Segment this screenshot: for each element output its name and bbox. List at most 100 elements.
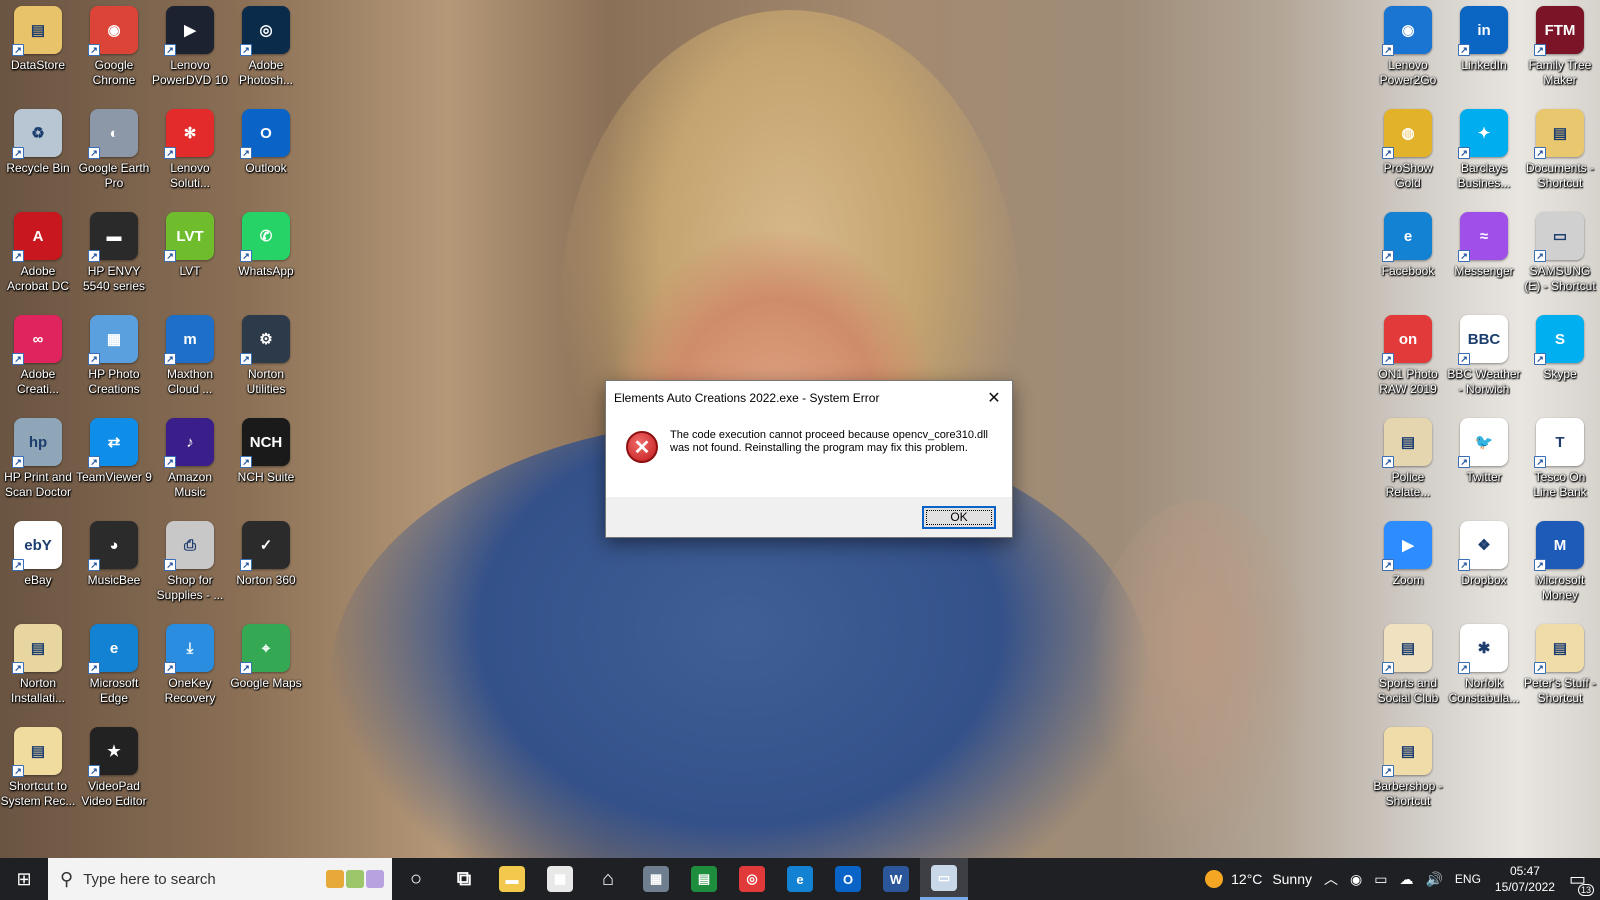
desktop-icon[interactable]: A ↗ Adobe Acrobat DC <box>0 206 76 306</box>
desktop-icon[interactable]: ♪ ↗ Amazon Music <box>152 412 228 512</box>
desktop-icon[interactable]: ▬ ↗ HP ENVY 5540 series <box>76 206 152 306</box>
desktop-icon[interactable]: ★ ↗ VideoPad Video Editor <box>76 721 152 821</box>
desktop-icon-label: Shortcut to System Rec... <box>0 779 76 808</box>
desktop-icon[interactable]: ◍ ↗ ProShow Gold <box>1370 103 1446 203</box>
shortcut-arrow-icon: ↗ <box>240 456 252 468</box>
desktop-icon[interactable]: ⌖ ↗ Google Maps <box>228 618 304 718</box>
desktop-icon[interactable]: ebY ↗ eBay <box>0 515 76 615</box>
taskbar-app-button[interactable]: ⧉ <box>440 858 488 900</box>
desktop-icon[interactable]: ❖ ↗ Dropbox <box>1446 515 1522 615</box>
taskbar-app-button[interactable]: W <box>872 858 920 900</box>
taskbar-app-button[interactable]: ◎ <box>728 858 776 900</box>
desktop-icon[interactable]: ≈ ↗ Messenger <box>1446 206 1522 306</box>
desktop-icon[interactable]: ⇄ ↗ TeamViewer 9 <box>76 412 152 512</box>
desktop-icon[interactable]: ✆ ↗ WhatsApp <box>228 206 304 306</box>
desktop-icon[interactable]: LVT ↗ LVT <box>152 206 228 306</box>
taskbar-app-button[interactable]: ▦ <box>536 858 584 900</box>
desktop-icon[interactable]: T ↗ Tesco On Line Bank <box>1522 412 1598 512</box>
desktop-icon[interactable]: hp ↗ HP Print and Scan Doctor <box>0 412 76 512</box>
desktop-icon[interactable]: ▶ ↗ Lenovo PowerDVD 10 <box>152 0 228 100</box>
desktop-icon[interactable]: 🐦 ↗ Twitter <box>1446 412 1522 512</box>
desktop-icon[interactable]: O ↗ Outlook <box>228 103 304 203</box>
desktop-icon[interactable]: ✦ ↗ Barclays Busines... <box>1446 103 1522 203</box>
desktop-icon[interactable]: ✻ ↗ Lenovo Soluti... <box>152 103 228 203</box>
taskbar-app-button[interactable]: ▭ <box>920 858 968 900</box>
desktop-icon[interactable]: ▤ ↗ Shortcut to System Rec... <box>0 721 76 821</box>
chevron-up-icon[interactable]: ︿ <box>1324 869 1338 889</box>
desktop-icon[interactable]: ▤ ↗ Police Relate... <box>1370 412 1446 512</box>
desktop-icon[interactable]: ◉ ↗ Lenovo Power2Go <box>1370 0 1446 100</box>
clock[interactable]: 05:47 15/07/2022 <box>1495 863 1555 895</box>
desktop-icon[interactable]: ◕ ↗ MusicBee <box>76 515 152 615</box>
desktop-icon[interactable]: ▤ ↗ DataStore <box>0 0 76 100</box>
taskbar-app-button[interactable]: O <box>824 858 872 900</box>
dialog-titlebar[interactable]: Elements Auto Creations 2022.exe - Syste… <box>606 381 1012 415</box>
shortcut-arrow-icon: ↗ <box>1534 44 1546 56</box>
shortcut-arrow-icon: ↗ <box>164 353 176 365</box>
security-icon[interactable]: ◉ <box>1350 871 1362 888</box>
taskbar-app-button[interactable]: ⌂ <box>584 858 632 900</box>
system-error-dialog: Elements Auto Creations 2022.exe - Syste… <box>605 380 1013 538</box>
desktop-icon[interactable]: ♻ ↗ Recycle Bin <box>0 103 76 203</box>
desktop-icon[interactable]: ⚙ ↗ Norton Utilities <box>228 309 304 409</box>
desktop-icon[interactable]: ✱ ↗ Norfolk Constabula... <box>1446 618 1522 718</box>
desktop-icon[interactable]: e ↗ Facebook <box>1370 206 1446 306</box>
desktop-icon[interactable]: ▦ ↗ HP Photo Creations <box>76 309 152 409</box>
desktop-icon[interactable]: e ↗ Microsoft Edge <box>76 618 152 718</box>
desktop-icon[interactable]: ▤ ↗ Sports and Social Club <box>1370 618 1446 718</box>
close-icon[interactable]: ✕ <box>976 383 1012 413</box>
desktop-icon[interactable]: ▤ ↗ Documents - Shortcut <box>1522 103 1598 203</box>
language-indicator[interactable]: ENG <box>1455 872 1481 886</box>
shortcut-arrow-icon: ↗ <box>1382 662 1394 674</box>
desktop-icon[interactable]: ◉ ↗ Google Chrome <box>76 0 152 100</box>
shortcut-arrow-icon: ↗ <box>1534 559 1546 571</box>
taskbar-app-button[interactable]: ○ <box>392 858 440 900</box>
desktop-icon[interactable]: in ↗ LinkedIn <box>1446 0 1522 100</box>
desktop-icon[interactable]: ▤ ↗ Barbershop - Shortcut <box>1370 721 1446 821</box>
taskbar-app-button[interactable]: ▦ <box>632 858 680 900</box>
desktop-icon[interactable]: ▭ ↗ SAMSUNG (E) - Shortcut <box>1522 206 1598 306</box>
shortcut-arrow-icon: ↗ <box>1458 456 1470 468</box>
desktop-icon[interactable]: FTM ↗ Family Tree Maker <box>1522 0 1598 100</box>
shortcut-arrow-icon: ↗ <box>240 559 252 571</box>
ms-money-icon: M ↗ <box>1534 521 1584 571</box>
desktop-icon-label: WhatsApp <box>238 264 294 278</box>
volume-icon[interactable]: 🔊 <box>1425 871 1442 888</box>
weather-widget[interactable]: 12°C Sunny <box>1205 870 1312 888</box>
shortcut-arrow-icon: ↗ <box>1534 147 1546 159</box>
desktop-icon[interactable]: ⤓ ↗ OneKey Recovery <box>152 618 228 718</box>
desktop-icon[interactable]: on ↗ ON1 Photo RAW 2019 <box>1370 309 1446 409</box>
desktop-icon[interactable]: ▶ ↗ Zoom <box>1370 515 1446 615</box>
notification-center[interactable]: ▭ 13 <box>1569 869 1594 896</box>
on1-icon: on ↗ <box>1382 315 1432 365</box>
desktop-icon-label: Lenovo Soluti... <box>169 161 211 190</box>
ok-button[interactable]: OK <box>922 505 996 529</box>
nch-icon: NCH ↗ <box>240 418 290 468</box>
desktop-icon[interactable]: M ↗ Microsoft Money <box>1522 515 1598 615</box>
desktop-icon[interactable]: ⎙ ↗ Shop for Supplies - ... <box>152 515 228 615</box>
taskbar-app-button[interactable]: ▤ <box>680 858 728 900</box>
desktop-icon[interactable]: ▤ ↗ Norton Installati... <box>0 618 76 718</box>
taskbar-app-button[interactable]: ▬ <box>488 858 536 900</box>
shortcut-arrow-icon: ↗ <box>164 44 176 56</box>
shortcut-arrow-icon: ↗ <box>1382 250 1394 262</box>
desktop-icon[interactable]: ◎ ↗ Adobe Photosh... <box>228 0 304 100</box>
desktop-icon-label: Police Relate... <box>1385 470 1431 499</box>
desktop-icon[interactable]: NCH ↗ NCH Suite <box>228 412 304 512</box>
desktop-icon[interactable]: ∞ ↗ Adobe Creati... <box>0 309 76 409</box>
desktop-icon[interactable]: S ↗ Skype <box>1522 309 1598 409</box>
network-icon[interactable]: ▭ <box>1374 871 1387 888</box>
desktop-icon[interactable]: m ↗ Maxthon Cloud ... <box>152 309 228 409</box>
taskbar-app-button[interactable]: e <box>776 858 824 900</box>
shortcut-arrow-icon: ↗ <box>240 353 252 365</box>
start-button[interactable]: ⊞ <box>0 858 48 900</box>
microsoft-store-icon: ▦ <box>547 866 573 892</box>
search-box[interactable]: ⚲ Type here to search <box>48 858 392 900</box>
desktop-icon[interactable]: BBC ↗ BBC Weather - Norwich <box>1446 309 1522 409</box>
desktop-icon[interactable]: ◐ ↗ Google Earth Pro <box>76 103 152 203</box>
shortcut-arrow-icon: ↗ <box>1534 662 1546 674</box>
desktop-icon[interactable]: ▤ ↗ Peter's Stuff - Shortcut <box>1522 618 1598 718</box>
desktop-icon[interactable]: ✓ ↗ Norton 360 <box>228 515 304 615</box>
cloud-icon[interactable]: ☁ <box>1399 871 1413 888</box>
powerdvd-icon: ▶ ↗ <box>164 6 214 56</box>
